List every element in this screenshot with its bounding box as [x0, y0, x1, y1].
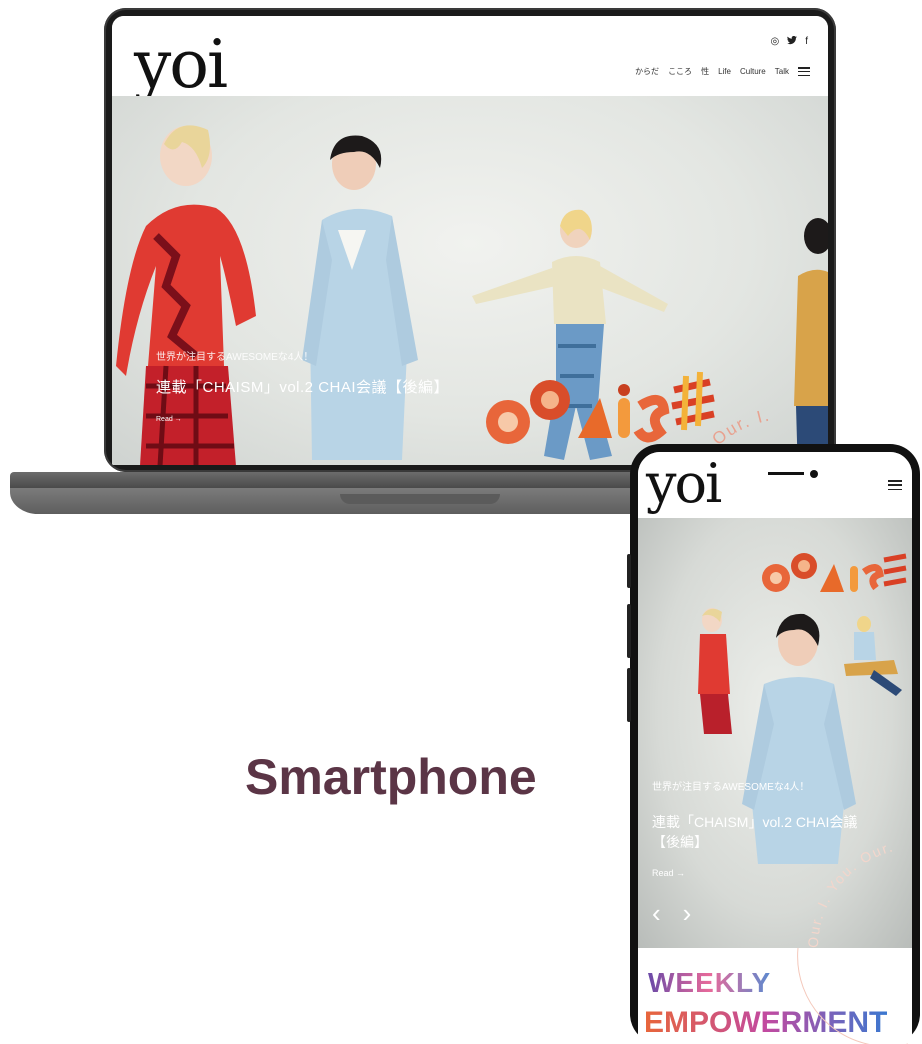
nav-item-kokoro[interactable]: こころ — [668, 66, 692, 77]
phone-hero-title-line: 連載「CHAISM」vol.2 CHAI会議 — [652, 814, 858, 830]
logo-accent-mark — [768, 470, 818, 478]
laptop-screen: yoi ◎ f からだ こころ 性 Life Culture Talk Our.… — [112, 16, 828, 465]
phone-frame: yoi Our. I. You. Our. 世界が注目するAWESOMEな4人！… — [627, 444, 920, 1044]
nav-item-culture[interactable]: Culture — [740, 67, 766, 76]
chevron-left-icon[interactable]: ‹ — [652, 898, 661, 929]
hero-photo-person-1 — [116, 125, 256, 465]
phone-button — [627, 668, 631, 722]
phone-button — [627, 554, 631, 588]
device-caption: Smartphone — [245, 749, 537, 805]
hero-read-link[interactable]: Read → — [156, 416, 182, 423]
phone-screen: yoi Our. I. You. Our. 世界が注目するAWESOMEな4人！… — [638, 452, 912, 1044]
twitter-icon[interactable] — [787, 35, 798, 48]
phone-button — [627, 604, 631, 658]
weekly-empowerment-art: WEEKLY EMPOWERMENT — [644, 947, 908, 1044]
trackpad-notch — [340, 494, 500, 504]
carousel-arrows: ‹ › — [652, 898, 691, 929]
nav-item-karada[interactable]: からだ — [635, 66, 659, 77]
phone-chaism-logo-art — [762, 553, 907, 592]
weekly-empowerment-banner[interactable]: WEEKLY EMPOWERMENT — [638, 947, 912, 1044]
svg-text:WEEKLY: WEEKLY — [648, 967, 771, 998]
svg-text:Our. I. You. Our.: Our. I. You. Our. — [805, 838, 896, 948]
hero-photo-person-2 — [302, 135, 418, 460]
phone-site-logo[interactable]: yoi — [646, 454, 722, 514]
nav-item-life[interactable]: Life — [718, 67, 731, 76]
social-links: ◎ f — [770, 35, 808, 48]
nav-item-talk[interactable]: Talk — [775, 67, 789, 76]
hero-kicker: 世界が注目するAWESOMEな4人！ — [156, 352, 314, 363]
phone-hero-read-link[interactable]: Read → — [652, 868, 685, 878]
nav-item-sei[interactable]: 性 — [701, 66, 709, 77]
site-header: yoi ◎ f からだ こころ 性 Life Culture Talk — [112, 16, 828, 100]
phone-hero-carousel[interactable]: Our. I. You. Our. 世界が注目するAWESOMEな4人！ 連載「… — [638, 518, 912, 948]
hamburger-menu-icon[interactable] — [798, 67, 810, 76]
phone-hamburger-menu-icon[interactable] — [888, 480, 902, 490]
phone-hero-title[interactable]: 連載「CHAISM」vol.2 CHAI会議 【後編】 — [652, 812, 892, 852]
phone-hero-title-line: 【後編】 — [652, 834, 708, 850]
main-nav: からだ こころ 性 Life Culture Talk — [635, 66, 810, 77]
facebook-icon[interactable]: f — [805, 36, 808, 48]
hero-carousel[interactable]: You. Our. I. 世界が注目するAWESOMEな4人！ 連載「CHAIS… — [112, 96, 828, 465]
instagram-icon[interactable]: ◎ — [770, 36, 779, 48]
phone-header: yoi — [638, 452, 912, 518]
site-logo[interactable]: yoi — [134, 30, 228, 100]
phone-hero-kicker: 世界が注目するAWESOMEな4人！ — [652, 782, 810, 793]
hero-title[interactable]: 連載「CHAISM」vol.2 CHAI会議【後編】 — [156, 376, 449, 397]
chevron-right-icon[interactable]: › — [683, 898, 692, 929]
svg-text:EMPOWERMENT: EMPOWERMENT — [644, 1006, 887, 1039]
